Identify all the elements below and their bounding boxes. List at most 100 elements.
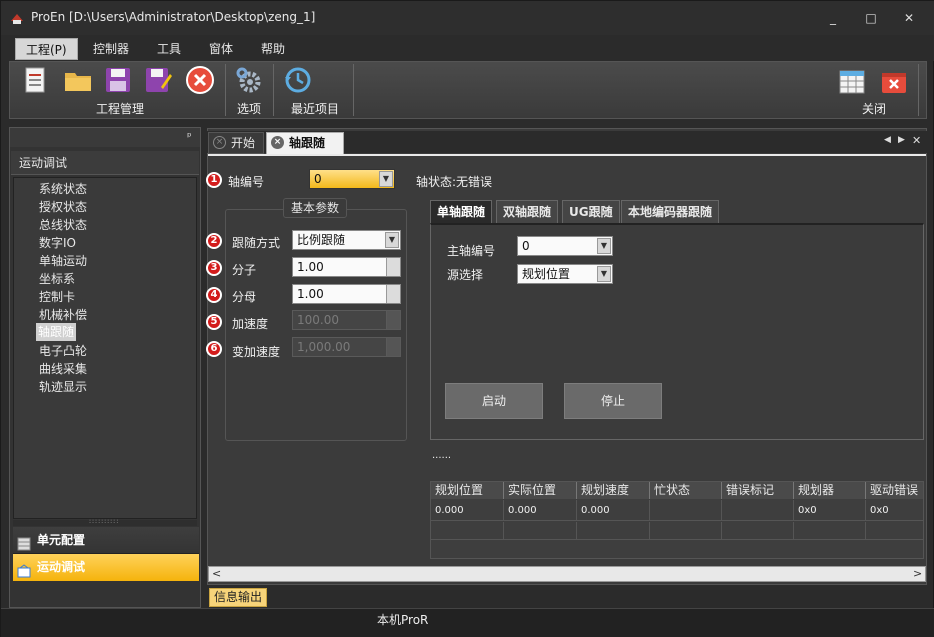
horizontal-scrollbar[interactable] (208, 566, 926, 582)
tab-start[interactable]: × 开始 (208, 132, 264, 154)
connection-status-text: 本机ProR (377, 613, 429, 627)
pin-icon[interactable]: ᵖ (187, 130, 192, 143)
denominator-stepper[interactable] (386, 285, 400, 303)
chevron-down-icon[interactable]: ▼ (597, 238, 611, 254)
grid-empty-cell (504, 522, 577, 540)
jerk-label: 变加速度 (232, 345, 281, 359)
close-project-icon[interactable] (879, 67, 909, 97)
follow-mode-label: 跟随方式 (232, 236, 281, 250)
tree-item-system-status[interactable]: 系统状态 (39, 180, 87, 197)
tab-local-encoder-follow[interactable]: 本地编码器跟随 (621, 200, 720, 224)
tab-start-label: 开始 (231, 136, 256, 150)
tree-item-mechanical-comp[interactable]: 机械补偿 (39, 306, 87, 323)
unit-config-label: 单元配置 (37, 533, 86, 547)
denominator-input[interactable]: 1.00 (292, 284, 401, 304)
options-label[interactable]: 选项 (237, 100, 261, 117)
menu-window[interactable]: 窗体 (199, 38, 243, 60)
menu-controller[interactable]: 控制器 (83, 38, 139, 60)
grid-empty-cell (866, 522, 923, 540)
grid-empty-cell (650, 522, 722, 540)
menu-bar (1, 35, 934, 61)
acceleration-stepper[interactable] (386, 311, 400, 329)
grid-empty-cell (431, 522, 504, 540)
tree-item-digital-io[interactable]: 数字IO (39, 234, 76, 251)
scroll-left-icon[interactable]: < (212, 567, 221, 580)
axis-number-value: 0 (314, 172, 322, 186)
chevron-down-icon[interactable]: ▼ (385, 232, 399, 248)
menu-tools[interactable]: 工具 (147, 38, 191, 60)
acceleration-input[interactable]: 100.00 (292, 310, 401, 330)
new-file-icon[interactable] (21, 65, 51, 95)
close-window-button[interactable]: ✕ (899, 9, 919, 27)
recent-projects-label[interactable]: 最近项目 (291, 100, 339, 117)
tree-item-bus-status[interactable]: 总线状态 (39, 216, 87, 233)
tree-item-single-axis[interactable]: 单轴运动 (39, 252, 87, 269)
tab-nav-left-icon[interactable]: ◀ (884, 135, 891, 145)
motion-debug-label: 运动调试 (37, 560, 86, 574)
chevron-down-icon[interactable]: ▼ (597, 266, 611, 282)
tab-single-axis-follow[interactable]: 单轴跟随 (430, 200, 493, 224)
menu-help[interactable]: 帮助 (251, 38, 295, 60)
app-logo-icon (10, 11, 24, 25)
chevron-down-icon[interactable]: ▼ (379, 171, 393, 187)
tree-item-coordinate-system[interactable]: 坐标系 (39, 270, 75, 287)
project-management-label: 工程管理 (96, 102, 145, 116)
grid-header-plan-vel[interactable]: 规划速度 (577, 482, 650, 499)
grid-header-error-flag[interactable]: 错误标记 (722, 482, 794, 499)
grid-header-planner[interactable]: 规划器 (794, 482, 866, 499)
follow-mode-value: 比例跟随 (297, 233, 346, 247)
status-bar (1, 608, 934, 637)
motion-debug-button[interactable]: 运动调试 (13, 554, 199, 581)
left-panel-header (10, 128, 200, 147)
close-label[interactable]: 关闭 (862, 100, 886, 117)
gear-icon[interactable] (234, 65, 264, 95)
grid-header-plan-pos[interactable]: 规划位置 (431, 482, 504, 499)
numerator-input[interactable]: 1.00 (292, 257, 401, 277)
start-button[interactable]: 启动 (445, 383, 543, 419)
grid-cell (722, 500, 794, 521)
table-icon[interactable] (837, 67, 867, 97)
tree-item-axis-follow[interactable]: 轴跟随 (36, 323, 77, 341)
maximize-button[interactable]: □ (861, 9, 881, 27)
scroll-right-icon[interactable]: > (913, 567, 922, 580)
left-panel-title: 运动调试 (11, 151, 199, 175)
numerator-stepper[interactable] (386, 258, 400, 276)
tab-dual-axis-follow[interactable]: 双轴跟随 (496, 200, 559, 224)
tree-item-curve-capture[interactable]: 曲线采集 (39, 360, 87, 377)
grid-cell: 0x0 (794, 500, 866, 521)
recent-history-icon[interactable] (283, 65, 313, 95)
app-window: ProEn [D:\Users\Administrator\Desktop\ze… (0, 0, 934, 637)
step-badge-2: 2 (206, 233, 222, 249)
step-badge-5: 5 (206, 314, 222, 330)
grid-header-busy[interactable]: 忙状态 (650, 482, 722, 499)
grid-header-actual-pos[interactable]: 实际位置 (504, 482, 577, 499)
acceleration-label: 加速度 (232, 317, 269, 331)
tree-item-control-card[interactable]: 控制卡 (39, 288, 75, 305)
tab-ug-follow[interactable]: UG跟随 (562, 200, 620, 224)
axis-number-label: 轴编号 (228, 175, 265, 189)
unit-config-button[interactable]: 单元配置 (13, 527, 199, 554)
numerator-label: 分子 (232, 263, 257, 277)
tab-close-icon[interactable]: × (271, 136, 284, 149)
tab-close-all-icon[interactable]: ✕ (912, 134, 921, 147)
tab-axis-follow[interactable]: × 轴跟随 (266, 132, 344, 154)
grid-header-drive-error[interactable]: 驱动错误 (866, 482, 923, 499)
jerk-input[interactable]: 1,000.00 (292, 337, 401, 357)
save-icon[interactable] (103, 65, 133, 95)
grid-cell: 0.000 (504, 500, 577, 521)
open-folder-icon[interactable] (63, 65, 93, 95)
tree-item-trajectory-display[interactable]: 轨迹显示 (39, 378, 87, 395)
menu-project[interactable]: 工程(P) (15, 38, 78, 60)
tree-item-electronic-cam[interactable]: 电子凸轮 (39, 342, 87, 359)
stop-button[interactable]: 停止 (564, 383, 662, 419)
tree-item-license-status[interactable]: 授权状态 (39, 198, 87, 215)
tab-nav-right-icon[interactable]: ▶ (898, 135, 905, 145)
jerk-stepper[interactable] (386, 338, 400, 356)
save-as-icon[interactable] (143, 65, 173, 95)
info-output-tab[interactable]: 信息输出 (209, 588, 267, 607)
tab-close-icon[interactable]: × (213, 136, 226, 149)
ribbon-separator (918, 64, 919, 116)
grid-cell: 0.000 (577, 500, 650, 521)
minimize-button[interactable]: _ (823, 9, 843, 27)
delete-icon[interactable] (185, 65, 215, 95)
